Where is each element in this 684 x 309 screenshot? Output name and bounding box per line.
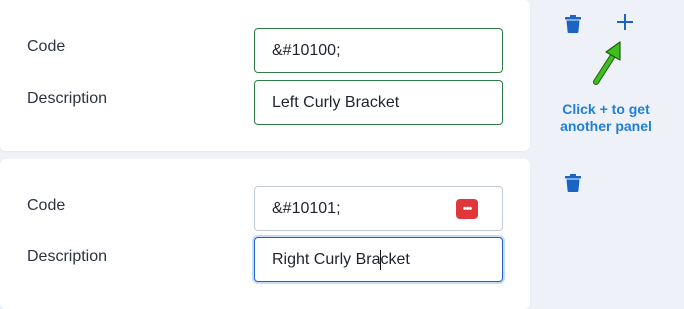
description-input[interactable]: Left Curly Bracket bbox=[254, 80, 503, 125]
code-label: Code bbox=[27, 197, 66, 214]
description-input[interactable]: Right Curly Bracket bbox=[254, 237, 503, 282]
code-input-value: &#10101; bbox=[272, 199, 341, 217]
hint-line-2: another panel bbox=[560, 118, 652, 134]
code-input[interactable]: &#10101; ••• bbox=[254, 186, 503, 231]
panel-1: Code &#10100; Description Left Curly Bra… bbox=[0, 0, 530, 151]
description-input-value: Left Curly Bracket bbox=[272, 93, 400, 111]
description-text-before-caret: Right Curly Bra bbox=[272, 250, 381, 268]
description-input-value: Right Curly Bracket bbox=[255, 249, 410, 270]
description-label: Description bbox=[27, 248, 108, 265]
code-input-value: &#10100; bbox=[272, 41, 341, 59]
hint-line-1: Click + to get bbox=[562, 101, 650, 117]
green-arrow-icon bbox=[593, 41, 621, 85]
code-label: Code bbox=[27, 38, 66, 55]
trash-icon[interactable] bbox=[565, 174, 581, 192]
code-input[interactable]: &#10100; bbox=[254, 28, 503, 73]
panel-2: Code &#10101; ••• Description Right Curl… bbox=[0, 159, 530, 309]
description-label: Description bbox=[27, 90, 108, 107]
trash-icon[interactable] bbox=[565, 15, 581, 33]
description-text-after-caret: cket bbox=[380, 250, 410, 268]
plus-icon[interactable] bbox=[614, 11, 636, 33]
hint-text: Click + to get another panel bbox=[538, 101, 674, 135]
password-manager-icon[interactable]: ••• bbox=[456, 199, 478, 219]
